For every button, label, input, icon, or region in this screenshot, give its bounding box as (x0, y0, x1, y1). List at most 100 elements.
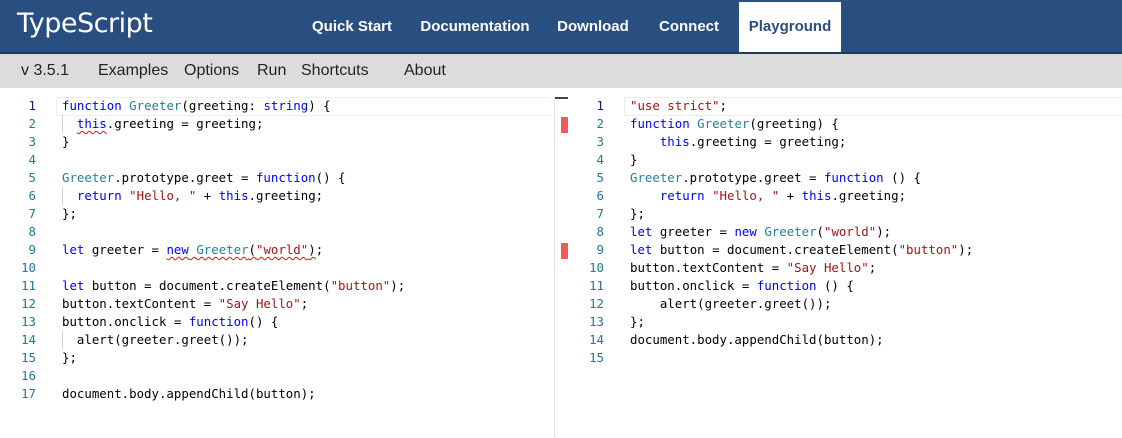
code-token: new (734, 224, 757, 239)
code-text: let button = document.createElement("but… (62, 277, 405, 295)
code-token: (greeting) { (749, 116, 839, 131)
code-token: string (263, 98, 309, 113)
code-token: Greeter (697, 116, 750, 131)
nav-quick-start[interactable]: Quick Start (300, 0, 404, 52)
code-token: button.textContent = (62, 296, 219, 311)
line-number: 2 (28, 116, 36, 131)
code-token: this (801, 188, 832, 203)
code-token: button.onclick = (630, 278, 757, 293)
code-token: this (659, 134, 690, 149)
code-token: button.textContent = (630, 260, 787, 275)
top-nav: TypeScript Quick Start Documentation Dow… (0, 0, 1122, 54)
code-text: button.onclick = function () { (630, 277, 854, 295)
code-text: this.greeting = greeting; (630, 133, 847, 151)
code-token: Greeter (764, 224, 817, 239)
code-token: () { (883, 170, 921, 185)
code-token: let (62, 242, 85, 257)
options-menu[interactable]: Options (184, 54, 239, 88)
line-number: 11 (589, 278, 604, 293)
code-token: () { (816, 278, 854, 293)
code-token: function (62, 98, 122, 113)
code-token: alert(greeter.greet()); (630, 296, 832, 311)
code-token: } (630, 152, 638, 167)
code-token: new (166, 242, 189, 257)
nav-download[interactable]: Download (548, 0, 638, 52)
about-link[interactable]: About (404, 54, 446, 88)
code-token: ) { (308, 98, 331, 113)
line-number: 7 (28, 206, 36, 221)
code-token: Greeter (129, 98, 182, 113)
code-text: let greeter = new Greeter("world"); (630, 223, 891, 241)
line-number: 14 (21, 332, 36, 347)
code-text: button.textContent = "Say Hello"; (62, 295, 308, 313)
code-token: button = document.createElement( (652, 242, 899, 257)
examples-menu[interactable]: Examples (98, 54, 168, 88)
code-token: "button" (330, 278, 391, 293)
code-token: () { (315, 170, 346, 185)
code-token: return (659, 188, 705, 203)
playground-toolbar: v 3.5.1 Examples Options Run Shortcuts A… (0, 54, 1122, 88)
line-number: 2 (596, 116, 604, 131)
line-number: 15 (21, 350, 36, 365)
code-token: this (218, 188, 249, 203)
run-button[interactable]: Run (257, 54, 286, 88)
code-token: alert(greeter.greet()); (62, 332, 249, 347)
code-token: }; (62, 206, 77, 221)
code-token: let (630, 242, 653, 257)
code-text: document.body.appendChild(button); (62, 385, 316, 403)
shortcuts-menu[interactable]: Shortcuts (301, 54, 369, 88)
code-text: let button = document.createElement("but… (630, 241, 973, 259)
code-token: ); (876, 224, 892, 239)
code-token: + (779, 188, 802, 203)
code-text: return "Hello, " + this.greeting; (630, 187, 906, 205)
code-token: ( (816, 224, 824, 239)
line-number: 6 (28, 188, 36, 203)
line-number: 4 (28, 152, 36, 167)
code-text: this.greeting = greeting; (62, 115, 264, 133)
code-text: Greeter.prototype.greet = function() { (62, 169, 346, 187)
code-token: .prototype.greet = (682, 170, 824, 185)
code-text: }; (630, 313, 645, 331)
code-text: Greeter.prototype.greet = function () { (630, 169, 921, 187)
code-token: "world" (824, 224, 877, 239)
code-token: ; (868, 260, 877, 275)
code-token: .greeting = greeting; (689, 134, 847, 149)
code-token: "world" (256, 242, 309, 257)
code-token: }; (630, 206, 645, 221)
code-text: }; (630, 205, 645, 223)
code-token: function (756, 278, 817, 293)
line-number: 15 (589, 350, 604, 365)
code-token: .prototype.greet = (114, 170, 256, 185)
nav-playground[interactable]: Playground (739, 2, 841, 52)
nav-documentation[interactable]: Documentation (410, 0, 540, 52)
code-token: () { (248, 314, 279, 329)
code-token: "Say Hello" (786, 260, 869, 275)
line-number: 3 (28, 134, 36, 149)
line-number: 11 (21, 278, 36, 293)
code-token: .greeting; (248, 188, 324, 203)
code-token: Greeter (62, 170, 115, 185)
line-number: 17 (21, 386, 36, 401)
code-text: document.body.appendChild(button); (630, 331, 884, 349)
code-token: "Hello, " (712, 188, 780, 203)
code-token: function (188, 314, 249, 329)
typescript-logo[interactable]: TypeScript (17, 8, 153, 39)
code-token: ); (390, 278, 406, 293)
code-token: document.body.appendChild(button); (630, 332, 884, 347)
code-token: function (630, 116, 690, 131)
code-token: "Hello, " (129, 188, 197, 203)
line-number: 13 (21, 314, 36, 329)
code-token: Greeter (196, 242, 249, 257)
code-token: this (76, 116, 107, 131)
code-token: + (196, 188, 219, 203)
line-number: 8 (596, 224, 604, 239)
code-token: .greeting = greeting; (106, 116, 264, 131)
line-number: 12 (589, 296, 604, 311)
nav-connect[interactable]: Connect (648, 0, 730, 52)
code-text: alert(greeter.greet()); (630, 295, 832, 313)
